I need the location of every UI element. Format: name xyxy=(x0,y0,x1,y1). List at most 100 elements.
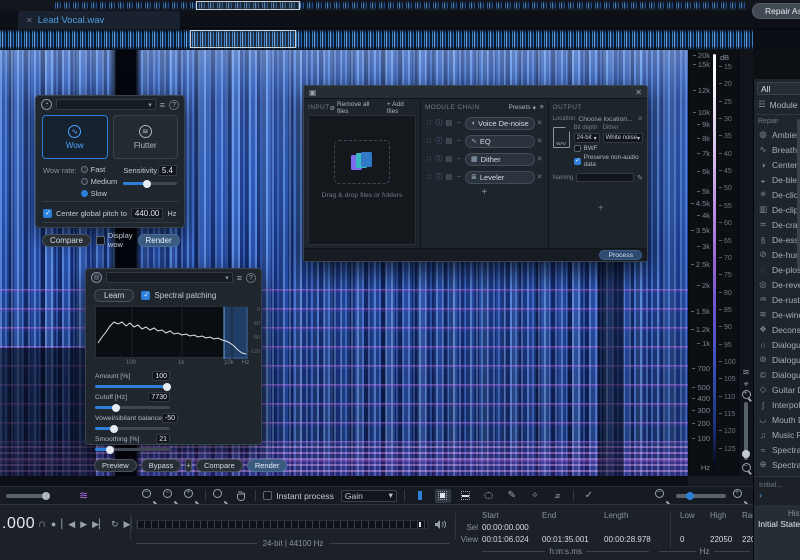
param-knob[interactable] xyxy=(163,382,171,391)
sidebar-module-item[interactable]: ♫ Music Rebalance xyxy=(754,427,800,442)
sidebar-module-item[interactable]: ▥ De-clip xyxy=(754,202,800,217)
add-output-button[interactable]: + xyxy=(598,203,604,214)
radio-slow-dot[interactable] xyxy=(80,190,88,197)
timeline-zoom-knob[interactable] xyxy=(686,491,694,500)
sel-start-value[interactable]: 00:00:00.000 xyxy=(482,523,542,532)
zoom-out-icon[interactable]: − xyxy=(142,488,156,503)
radio-medium-dot[interactable] xyxy=(80,178,88,185)
process-button[interactable]: Process xyxy=(599,250,642,260)
sidebar-module-item[interactable]: ≋ De-wind xyxy=(754,307,800,322)
time-frequency-selection-tool[interactable] xyxy=(434,488,451,503)
add-files-button[interactable]: + Add files xyxy=(387,101,416,115)
chain-module-row[interactable]: ∷ ⓘ ▤ − ▦ Dither ✕ xyxy=(425,151,544,167)
param-slider[interactable] xyxy=(95,403,170,412)
previous-button[interactable]: ▏◀ xyxy=(61,519,75,529)
tab-flutter[interactable]: ≋ Flutter xyxy=(112,115,178,159)
drag-handle-icon[interactable]: ∷ xyxy=(425,173,433,181)
sidebar-item-module-chain[interactable]: ☰ Module Chain xyxy=(754,97,800,112)
remove-module-icon[interactable]: ✕ xyxy=(537,137,544,145)
sensitivity-slider[interactable] xyxy=(123,179,177,188)
bypass-icon[interactable]: − xyxy=(455,138,463,145)
naming-input[interactable] xyxy=(576,173,635,182)
chain-module-row[interactable]: ∷ ⓘ ▤ − ≣ Leveler ✕ xyxy=(425,169,544,185)
param-slider[interactable] xyxy=(95,424,170,433)
info-icon[interactable]: ⓘ xyxy=(435,136,443,146)
settings-icon[interactable]: ▤ xyxy=(445,137,453,145)
preview-button[interactable]: Preview xyxy=(94,459,137,472)
vertical-zoom-out-icon[interactable]: − xyxy=(741,463,751,472)
view-length-value[interactable]: 00:00:28.978 xyxy=(604,535,670,544)
brush-selection-tool[interactable]: ✎ xyxy=(504,489,520,503)
display-wow-toggle[interactable]: Display wow xyxy=(95,231,133,249)
sidebar-module-item[interactable]: § De-ess xyxy=(754,232,800,247)
tab-close-icon[interactable]: ✕ xyxy=(26,16,33,25)
high-value[interactable]: 22050 xyxy=(710,535,742,544)
sidebar-module-item[interactable]: ◒ De-bleed xyxy=(754,172,800,187)
module-filter-select[interactable]: All ▾ xyxy=(757,82,800,95)
vertical-zoom-in-icon[interactable]: + xyxy=(741,390,751,399)
sidebar-module-item[interactable]: ⊕ Spectral Recovery xyxy=(754,457,800,472)
locate-playhead-icon[interactable]: ⌖ xyxy=(743,378,748,390)
sidebar-module-item[interactable]: ◍ Ambience Match xyxy=(754,127,800,142)
param-value[interactable]: -50 xyxy=(161,413,179,423)
render-button[interactable]: Render xyxy=(137,233,180,247)
sidebar-module-item[interactable]: ◑ Center Extract xyxy=(754,157,800,172)
batch-title-bar[interactable]: ▣ ✕ xyxy=(304,86,647,99)
speaker-icon[interactable] xyxy=(435,520,447,531)
radio-fast-dot[interactable] xyxy=(80,166,88,173)
blend-slider-knob[interactable] xyxy=(42,491,50,500)
learn-button[interactable]: Learn xyxy=(94,289,135,302)
settings-icon[interactable]: ▤ xyxy=(445,173,453,181)
view-start-value[interactable]: 00:01:06.024 xyxy=(482,535,542,544)
vertical-zoom-knob[interactable] xyxy=(742,450,750,458)
location-value[interactable]: Choose location... xyxy=(578,116,634,123)
remove-all-files-button[interactable]: ⊘ Remove all files xyxy=(330,101,381,115)
chain-module-pill[interactable]: ▦ Dither xyxy=(464,152,535,166)
radio-medium[interactable]: Medium xyxy=(80,177,117,186)
display-wow-checkbox[interactable] xyxy=(95,235,105,245)
bypass-icon[interactable]: − xyxy=(455,156,463,163)
bypass-icon[interactable]: − xyxy=(455,174,463,181)
timeline-zoom-slider[interactable] xyxy=(676,491,726,500)
waveform-overview[interactable] xyxy=(0,29,800,50)
instant-process-checkbox[interactable] xyxy=(263,491,273,500)
low-value[interactable]: 0 xyxy=(680,535,710,544)
compare-button[interactable]: Compare xyxy=(195,459,243,472)
sidebar-module-item[interactable]: ∿ Breath Control xyxy=(754,142,800,157)
param-slider[interactable] xyxy=(95,445,170,454)
sensitivity-value[interactable]: 5.4 xyxy=(157,165,177,176)
hand-pan-tool-icon[interactable] xyxy=(234,489,248,503)
frequency-ruler[interactable]: Hz 20k 15k 12k 10k 9k 8k 7k 6k 5k 4.5k 4k 3.5k 3k 2.5… xyxy=(688,50,712,476)
compare-button[interactable]: Compare xyxy=(42,233,91,247)
center-pitch-value[interactable]: 440.00 xyxy=(130,208,164,219)
param-knob[interactable] xyxy=(106,445,114,454)
bypass-button[interactable]: Bypass xyxy=(140,459,182,472)
timeline-zoom-out-icon[interactable]: − xyxy=(655,488,669,503)
zoom-selection-icon[interactable]: ▫ xyxy=(163,488,177,503)
record-button[interactable]: ● xyxy=(51,519,56,529)
chain-module-row[interactable]: ∷ ⓘ ▤ − ◖ Voice De-noise ✕ xyxy=(425,115,544,131)
param-value[interactable]: 7730 xyxy=(148,392,170,402)
settings-icon[interactable]: ▤ xyxy=(445,119,453,127)
instant-process-toggle[interactable]: Instant process xyxy=(263,491,334,501)
bit-depth-select[interactable]: 24-bit ▾ xyxy=(573,133,600,143)
param-knob[interactable] xyxy=(112,403,120,412)
frequency-selection-tool[interactable] xyxy=(458,489,474,503)
radio-slow[interactable]: Slow xyxy=(80,189,118,198)
menu-icon[interactable]: ≡ xyxy=(160,100,165,110)
drag-handle-icon[interactable]: ∷ xyxy=(425,137,433,145)
presets-select[interactable]: Presets ▾ xyxy=(509,104,536,112)
spectrogram-settings-icon[interactable]: ≋ xyxy=(742,366,750,378)
bwf-toggle[interactable]: BWF xyxy=(573,145,643,152)
magic-wand-tool[interactable]: ✧ xyxy=(527,489,543,503)
find-similar-tool[interactable]: ✓ xyxy=(581,489,597,503)
sidebar-module-item[interactable]: ♒ De-rustle xyxy=(754,292,800,307)
spectrogram-waveform-blend-slider[interactable] xyxy=(6,491,50,500)
remove-module-icon[interactable]: ✕ xyxy=(537,155,544,163)
param-slider[interactable] xyxy=(95,382,171,391)
sidebar-module-item[interactable]: ✳ De-click xyxy=(754,187,800,202)
info-icon[interactable]: ⓘ xyxy=(435,118,443,128)
overview-view-selection[interactable] xyxy=(190,30,296,48)
help-icon[interactable]: ? xyxy=(246,272,256,283)
feather-selection-tool[interactable]: ≡ xyxy=(550,489,566,503)
